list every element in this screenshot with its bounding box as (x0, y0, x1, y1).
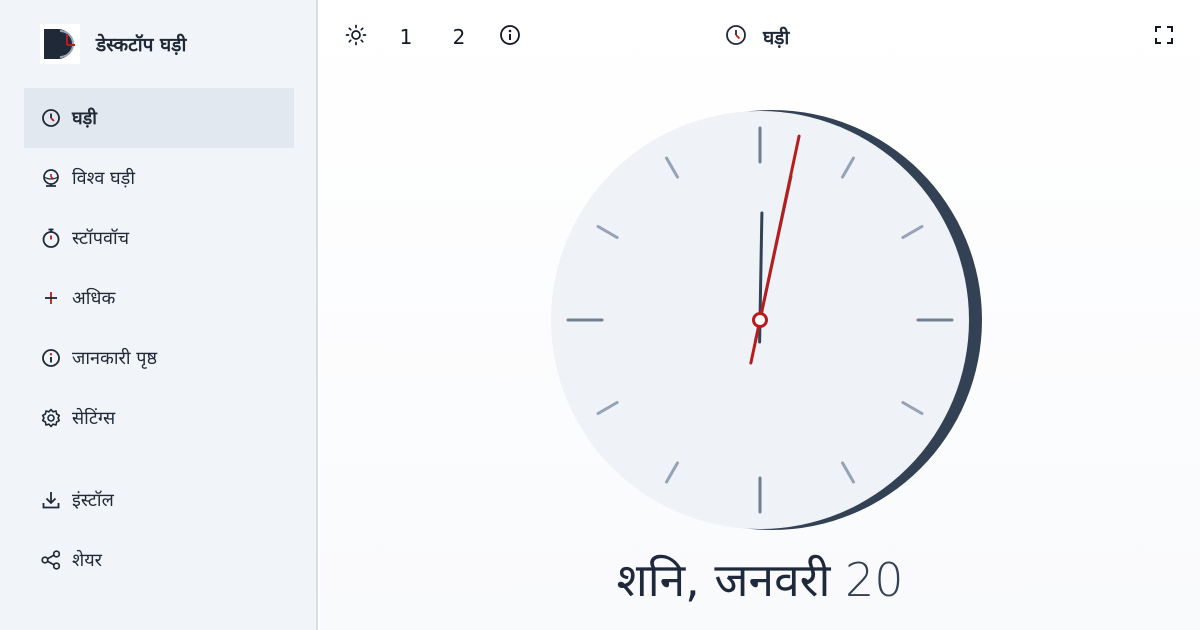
sidebar-item-label: घड़ी (72, 108, 97, 129)
sidebar-item-stopwatch[interactable]: स्टॉपवॉच (24, 208, 294, 268)
date-display: शनि, जनवरी 20 (320, 548, 1200, 610)
analog-clock (551, 110, 982, 530)
view-title: घड़ी (725, 22, 789, 52)
fullscreen-button[interactable] (1152, 22, 1176, 52)
info-icon (40, 347, 62, 369)
sidebar-item-share[interactable]: शेयर (24, 530, 294, 590)
main-panel: 1 2 घड़ी शनि, जनवरी 20 (320, 0, 1200, 630)
brand[interactable]: डेस्कटॉप घड़ी (40, 24, 186, 64)
plus-icon (40, 287, 62, 309)
sidebar-item-label: स्टॉपवॉच (72, 228, 130, 249)
sidebar-item-world-clock[interactable]: विश्व घड़ी (24, 148, 294, 208)
sun-icon (345, 24, 367, 50)
sidebar-item-clock[interactable]: घड़ी (24, 88, 294, 148)
preset-2-button[interactable]: 2 (447, 22, 471, 52)
sidebar-item-label: इंस्टॉल (72, 490, 114, 511)
sidebar-item-label: विश्व घड़ी (72, 168, 135, 189)
date-day: 20 (845, 553, 904, 607)
date-weekday-month: शनि, जनवरी (616, 553, 831, 607)
sidebar-item-label: अधिक (72, 288, 116, 309)
share-icon (40, 549, 62, 571)
app-logo-icon (40, 24, 80, 64)
sidebar-item-label: जानकारी पृष्ठ (72, 348, 158, 369)
app-title: डेस्कटॉप घड़ी (96, 34, 187, 56)
sidebar-item-label: सेटिंग्स (72, 408, 116, 429)
gear-icon (40, 407, 62, 429)
clock-icon (40, 107, 62, 129)
sidebar-item-info-page[interactable]: जानकारी पृष्ठ (24, 328, 294, 388)
sidebar-item-settings[interactable]: सेटिंग्स (24, 388, 294, 448)
sidebar-item-label: शेयर (72, 550, 103, 571)
download-icon (40, 489, 62, 511)
fullscreen-icon (1154, 25, 1174, 49)
center-pin (752, 312, 768, 328)
view-title-label: घड़ी (763, 27, 790, 49)
sidebar-item-more[interactable]: अधिक (24, 268, 294, 328)
info-button[interactable] (498, 22, 522, 52)
preset-1-button[interactable]: 1 (394, 22, 418, 52)
globe-clock-icon (40, 167, 62, 189)
info-icon (499, 24, 521, 50)
stopwatch-icon (40, 227, 62, 249)
theme-toggle-button[interactable] (344, 22, 368, 52)
sidebar: डेस्कटॉप घड़ी घड़ी विश्व घड़ी स्टॉपवॉच अ… (0, 0, 318, 630)
sidebar-item-install[interactable]: इंस्टॉल (24, 470, 294, 530)
clock-icon (725, 24, 747, 50)
